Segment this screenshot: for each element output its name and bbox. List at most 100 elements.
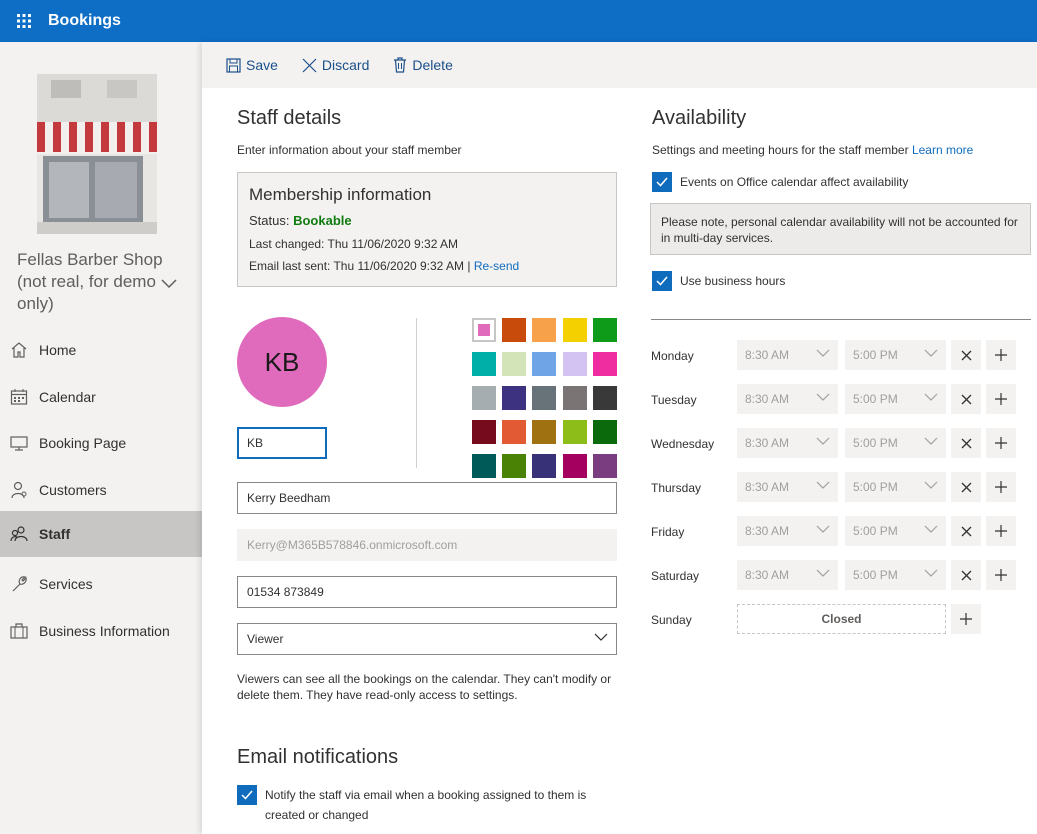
sunday-closed-slot: Closed	[737, 604, 946, 634]
business-hours-checkbox[interactable]	[652, 271, 672, 291]
remove-hours-button[interactable]	[951, 560, 981, 590]
role-dropdown[interactable]: Viewer	[237, 623, 617, 655]
chevron-down-icon	[816, 569, 830, 577]
day-label-saturday: Saturday	[651, 569, 700, 583]
top-bar: Bookings	[0, 0, 1037, 42]
save-button[interactable]: Save	[226, 57, 278, 73]
shop-name-selector[interactable]: Fellas Barber Shop (not real, for demo o…	[17, 249, 192, 315]
staff-details-panel: Save Discard Delete Staff details Enter …	[202, 42, 1037, 834]
color-swatch[interactable]	[502, 318, 526, 342]
remove-hours-button[interactable]	[951, 428, 981, 458]
command-bar: Save Discard Delete	[202, 42, 1037, 88]
sidebar-item-home[interactable]: Home	[0, 327, 202, 373]
remove-hours-button[interactable]	[951, 472, 981, 502]
add-hours-button[interactable]	[986, 516, 1016, 546]
sidebar-item-label: Services	[39, 576, 93, 592]
color-swatch[interactable]	[532, 420, 556, 444]
color-swatch[interactable]	[593, 352, 617, 376]
color-swatch[interactable]	[532, 352, 556, 376]
color-swatch[interactable]	[472, 318, 496, 342]
color-swatch[interactable]	[502, 420, 526, 444]
color-swatch[interactable]	[472, 386, 496, 410]
phone-input[interactable]: 01534 873849	[237, 576, 617, 608]
color-swatch[interactable]	[502, 454, 526, 478]
sidebar-item-business-information[interactable]: Business Information	[0, 608, 202, 654]
start-time-dropdown[interactable]: 8:30 AM	[737, 560, 838, 590]
add-hours-button[interactable]	[986, 384, 1016, 414]
day-label-tuesday: Tuesday	[651, 393, 697, 407]
sidebar-item-customers[interactable]: Customers	[0, 467, 202, 513]
color-swatch[interactable]	[532, 318, 556, 342]
chevron-down-icon	[924, 481, 938, 489]
color-swatch[interactable]	[532, 454, 556, 478]
divider	[416, 318, 417, 468]
sidebar: Fellas Barber Shop (not real, for demo o…	[0, 42, 202, 834]
color-swatch[interactable]	[563, 420, 587, 444]
close-icon	[961, 482, 971, 492]
start-time-dropdown[interactable]: 8:30 AM	[737, 472, 838, 502]
color-swatch[interactable]	[593, 454, 617, 478]
color-swatch[interactable]	[472, 454, 496, 478]
color-swatch[interactable]	[472, 352, 496, 376]
learn-more-link[interactable]: Learn more	[912, 143, 973, 157]
chevron-down-icon	[924, 393, 938, 401]
plus-icon	[960, 613, 972, 625]
add-hours-button[interactable]	[986, 472, 1016, 502]
monitor-icon	[10, 436, 28, 451]
sidebar-item-calendar[interactable]: Calendar	[0, 374, 202, 420]
add-hours-button[interactable]	[986, 428, 1016, 458]
start-time-dropdown[interactable]: 8:30 AM	[737, 340, 838, 370]
color-swatch[interactable]	[593, 318, 617, 342]
delete-button[interactable]: Delete	[393, 57, 453, 73]
start-time-dropdown[interactable]: 8:30 AM	[737, 384, 838, 414]
remove-hours-button[interactable]	[951, 384, 981, 414]
plus-icon	[995, 437, 1007, 449]
app-launcher-icon[interactable]	[0, 0, 48, 42]
close-icon	[961, 394, 971, 404]
resend-link[interactable]: Re-send	[474, 259, 519, 273]
checkmark-icon	[656, 276, 668, 286]
end-time-dropdown[interactable]: 5:00 PM	[845, 472, 946, 502]
color-swatch[interactable]	[563, 352, 587, 376]
add-hours-button[interactable]	[951, 604, 981, 634]
color-swatch[interactable]	[593, 420, 617, 444]
email-notifications-title: Email notifications	[237, 746, 399, 768]
name-input[interactable]: Kerry Beedham	[237, 482, 617, 514]
color-swatch[interactable]	[563, 318, 587, 342]
app-title[interactable]: Bookings	[48, 12, 121, 30]
add-hours-button[interactable]	[986, 560, 1016, 590]
close-icon	[961, 570, 971, 580]
sidebar-item-booking-page[interactable]: Booking Page	[0, 420, 202, 466]
selected-color-indicator	[478, 324, 490, 336]
staff-details-subtitle: Enter information about your staff membe…	[237, 143, 462, 157]
sidebar-item-staff[interactable]: Staff	[0, 511, 202, 557]
sidebar-item-services[interactable]: Services	[0, 561, 202, 607]
notify-checkbox[interactable]	[237, 785, 257, 805]
chevron-down-icon	[594, 633, 608, 641]
initials-input[interactable]: KB	[237, 427, 327, 459]
discard-button[interactable]: Discard	[302, 57, 369, 73]
end-time-dropdown[interactable]: 5:00 PM	[845, 340, 946, 370]
shop-photo	[37, 74, 157, 234]
color-swatch[interactable]	[563, 386, 587, 410]
end-time-dropdown[interactable]: 5:00 PM	[845, 560, 946, 590]
color-swatch[interactable]	[563, 454, 587, 478]
start-time-dropdown[interactable]: 8:30 AM	[737, 516, 838, 546]
membership-info: Membership information Status: Bookable …	[237, 172, 617, 287]
start-time-dropdown[interactable]: 8:30 AM	[737, 428, 838, 458]
staff-details-title: Staff details	[237, 107, 342, 129]
add-hours-button[interactable]	[986, 340, 1016, 370]
end-time-dropdown[interactable]: 5:00 PM	[845, 384, 946, 414]
day-label-monday: Monday	[651, 349, 694, 363]
color-swatch[interactable]	[593, 386, 617, 410]
color-swatch[interactable]	[502, 386, 526, 410]
color-swatch[interactable]	[502, 352, 526, 376]
end-time-dropdown[interactable]: 5:00 PM	[845, 428, 946, 458]
remove-hours-button[interactable]	[951, 340, 981, 370]
color-swatch[interactable]	[472, 420, 496, 444]
color-swatch[interactable]	[532, 386, 556, 410]
office-calendar-checkbox[interactable]	[652, 172, 672, 192]
close-icon	[961, 350, 971, 360]
remove-hours-button[interactable]	[951, 516, 981, 546]
end-time-dropdown[interactable]: 5:00 PM	[845, 516, 946, 546]
